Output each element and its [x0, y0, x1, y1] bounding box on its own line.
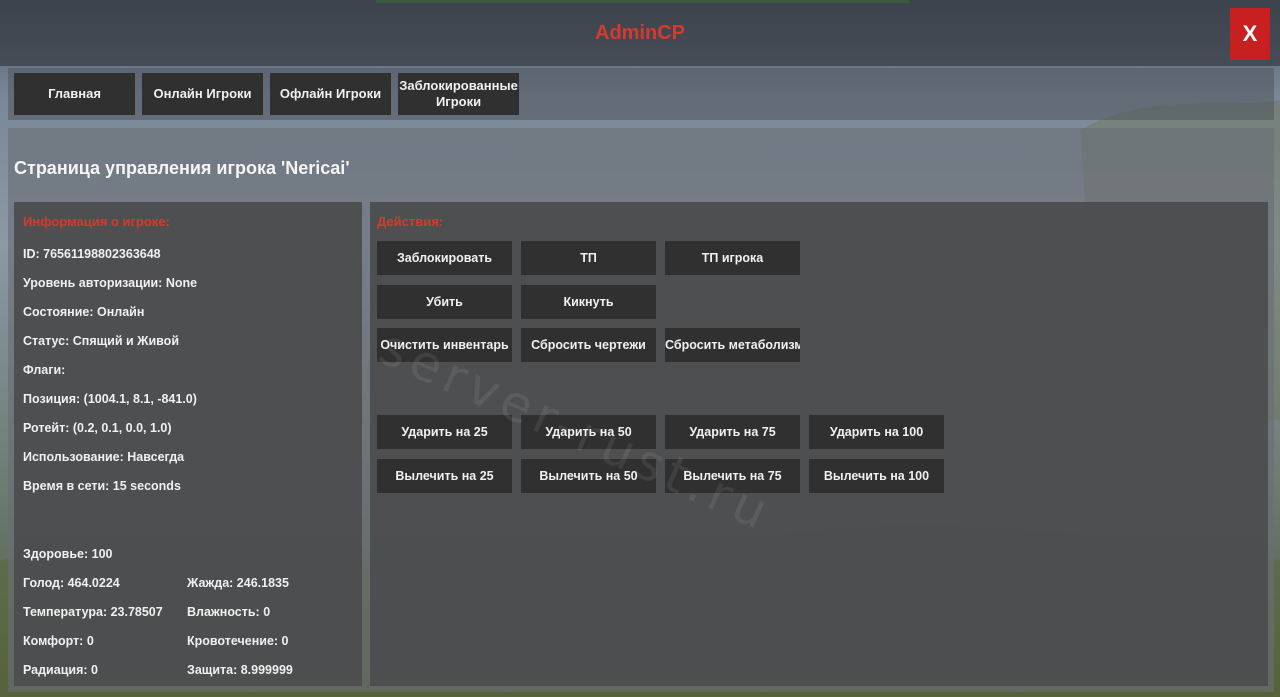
stat-temperature: Температура: 23.78507	[23, 605, 163, 619]
player-info-panel: Информация о игроке: ID: 765611988023636…	[14, 202, 362, 686]
nav-bar: Главная Онлайн Игроки Офлайн Игроки Забл…	[8, 68, 1274, 120]
info-rotation: Ротейт: (0.2, 0.1, 0.0, 1.0)	[23, 421, 172, 435]
reset-blueprints-button[interactable]: Сбросить чертежи	[521, 328, 656, 362]
close-button[interactable]: X	[1230, 8, 1270, 60]
ban-button[interactable]: Заблокировать	[377, 241, 512, 275]
reset-metabolism-button[interactable]: Сбросить метаболизм	[665, 328, 800, 362]
window-title: AdminCP	[595, 22, 685, 44]
kill-button[interactable]: Убить	[377, 285, 512, 319]
actions-header: Действия:	[377, 214, 444, 229]
info-flags: Флаги:	[23, 363, 66, 377]
info-header: Информация о игроке:	[23, 214, 170, 229]
tab-banned-players[interactable]: Заблокированные Игроки	[398, 73, 519, 115]
stat-health: Здоровье: 100	[23, 547, 113, 561]
heal-100-button[interactable]: Вылечить на 100	[809, 459, 944, 493]
stat-radiation: Радиация: 0	[23, 663, 98, 677]
stat-comfort: Комфорт: 0	[23, 634, 94, 648]
title-bar: AdminCP X	[0, 0, 1280, 66]
stat-bleeding: Кровотечение: 0	[187, 634, 289, 648]
info-online-time: Время в сети: 15 seconds	[23, 479, 181, 493]
clear-inventory-button[interactable]: Очистить инвентарь	[377, 328, 512, 362]
tab-home[interactable]: Главная	[14, 73, 135, 115]
stat-protection: Защита: 8.999999	[187, 663, 293, 677]
info-id: ID: 76561198802363648	[23, 247, 161, 261]
hit-25-button[interactable]: Ударить на 25	[377, 415, 512, 449]
kick-button[interactable]: Кикнуть	[521, 285, 656, 319]
heal-75-button[interactable]: Вылечить на 75	[665, 459, 800, 493]
hit-75-button[interactable]: Ударить на 75	[665, 415, 800, 449]
teleport-button[interactable]: ТП	[521, 241, 656, 275]
page-title: Страница управления игрока 'Nericai'	[14, 158, 350, 178]
stat-thirst: Жажда: 246.1835	[187, 576, 289, 590]
stat-wetness: Влажность: 0	[187, 605, 271, 619]
tab-online-players[interactable]: Онлайн Игроки	[142, 73, 263, 115]
teleport-to-player-button[interactable]: ТП игрока	[665, 241, 800, 275]
stat-hunger: Голод: 464.0224	[23, 576, 120, 590]
hit-50-button[interactable]: Ударить на 50	[521, 415, 656, 449]
main-panel: Страница управления игрока 'Nericai' Инф…	[8, 128, 1274, 692]
heal-50-button[interactable]: Вылечить на 50	[521, 459, 656, 493]
info-state: Состояние: Онлайн	[23, 305, 145, 319]
tab-offline-players[interactable]: Офлайн Игроки	[270, 73, 391, 115]
info-status: Статус: Спящий и Живой	[23, 334, 179, 348]
info-usage: Использование: Навсегда	[23, 450, 185, 464]
info-auth-level: Уровень авторизации: None	[23, 276, 198, 290]
heal-25-button[interactable]: Вылечить на 25	[377, 459, 512, 493]
info-position: Позиция: (1004.1, 8.1, -841.0)	[23, 392, 197, 406]
actions-panel: Действия: Заблокировать ТП ТП игрока Уби…	[370, 202, 1268, 686]
hit-100-button[interactable]: Ударить на 100	[809, 415, 944, 449]
